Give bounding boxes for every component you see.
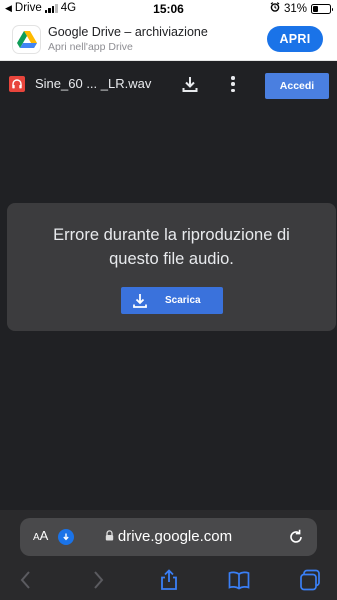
lock-icon xyxy=(105,530,114,541)
status-bar: ◀ Drive 4G 15:06 31% xyxy=(0,0,337,18)
banner-app-title: Google Drive – archiviazione xyxy=(48,25,208,39)
url-display[interactable]: drive.google.com xyxy=(20,528,317,545)
bookmarks-icon[interactable] xyxy=(227,568,251,592)
banner-app-subtitle: Apri nell'app Drive xyxy=(48,41,133,53)
open-app-button[interactable]: APRI xyxy=(267,26,323,52)
back-icon[interactable] xyxy=(14,568,38,592)
file-name: Sine_60 ... _LR.wav xyxy=(35,76,152,91)
more-options-icon[interactable] xyxy=(224,74,242,94)
smart-app-banner: Google Drive – archiviazione Apri nell'a… xyxy=(0,18,337,61)
share-icon[interactable] xyxy=(157,568,181,592)
address-bar[interactable]: AA drive.google.com xyxy=(20,518,317,556)
safari-nav-row xyxy=(0,566,337,596)
error-dialog: Errore durante la riproduzione di questo… xyxy=(7,203,336,331)
sign-in-button[interactable]: Accedi xyxy=(265,73,329,99)
download-icon xyxy=(131,292,149,310)
battery-icon xyxy=(311,3,333,14)
download-button-label: Scarica xyxy=(165,295,201,306)
google-drive-logo-icon xyxy=(13,26,40,53)
reload-icon[interactable] xyxy=(287,528,305,546)
url-text: drive.google.com xyxy=(117,528,233,545)
error-message: Errore durante la riproduzione di questo… xyxy=(53,226,290,268)
safari-toolbar: AA drive.google.com xyxy=(0,510,337,600)
audio-file-icon xyxy=(9,76,25,92)
alarm-icon xyxy=(270,2,280,15)
download-icon[interactable] xyxy=(180,74,200,94)
forward-icon[interactable] xyxy=(86,568,110,592)
battery-percent: 31% xyxy=(283,2,307,15)
download-button[interactable]: Scarica xyxy=(121,287,223,314)
tabs-icon[interactable] xyxy=(298,568,322,592)
